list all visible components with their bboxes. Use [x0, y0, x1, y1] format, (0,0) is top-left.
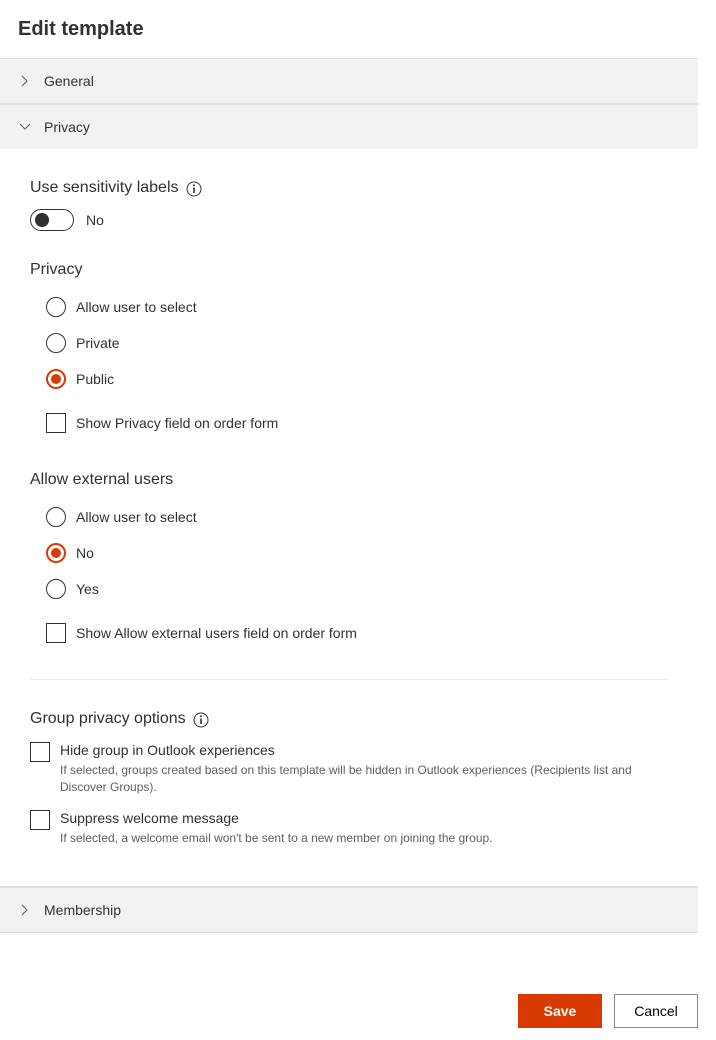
radio-label: Allow user to select: [76, 299, 197, 315]
privacy-show-field-checkbox[interactable]: Show Privacy field on order form: [46, 413, 668, 433]
info-icon[interactable]: [185, 180, 203, 198]
radio-icon: [46, 297, 66, 317]
accordion-header-membership[interactable]: Membership: [0, 887, 698, 932]
sensitivity-toggle[interactable]: [30, 209, 74, 231]
checkbox-desc: If selected, a welcome email won't be se…: [60, 830, 493, 847]
checkbox-icon: [30, 810, 50, 830]
radio-icon: [46, 543, 66, 563]
radio-label: Private: [76, 335, 120, 351]
chevron-right-icon: [18, 903, 32, 917]
divider: [30, 679, 668, 680]
checkbox-label: Show Privacy field on order form: [76, 415, 278, 431]
privacy-radio-public[interactable]: Public: [46, 369, 668, 389]
accordion-membership: Membership: [0, 887, 698, 933]
checkbox-icon: [46, 623, 66, 643]
suppress-welcome-checkbox[interactable]: Suppress welcome message If selected, a …: [30, 810, 668, 847]
radio-icon: [46, 333, 66, 353]
radio-icon: [46, 507, 66, 527]
external-title: Allow external users: [30, 471, 668, 489]
radio-icon: [46, 579, 66, 599]
external-options: Allow user to select No Yes Show Allow e…: [30, 501, 668, 651]
external-radio-yes[interactable]: Yes: [46, 579, 668, 599]
accordion-label-membership: Membership: [44, 902, 121, 918]
accordion-header-privacy[interactable]: Privacy: [0, 104, 698, 149]
chevron-down-icon: [18, 120, 32, 134]
footer: Save Cancel: [0, 982, 716, 1040]
external-radio-allow-select[interactable]: Allow user to select: [46, 507, 668, 527]
accordion-label-general: General: [44, 73, 94, 89]
radio-label: No: [76, 545, 94, 561]
accordion-general: General: [0, 58, 698, 104]
checkbox-icon: [46, 413, 66, 433]
checkbox-desc: If selected, groups created based on thi…: [60, 762, 668, 796]
group-options-title-text: Group privacy options: [30, 710, 186, 728]
sensitivity-title: Use sensitivity labels: [30, 179, 668, 197]
sensitivity-title-text: Use sensitivity labels: [30, 179, 179, 197]
privacy-radio-allow-select[interactable]: Allow user to select: [46, 297, 668, 317]
radio-icon: [46, 369, 66, 389]
privacy-title: Privacy: [30, 261, 668, 279]
radio-label: Allow user to select: [76, 509, 197, 525]
hide-outlook-checkbox[interactable]: Hide group in Outlook experiences If sel…: [30, 742, 668, 796]
radio-label: Yes: [76, 581, 99, 597]
chevron-right-icon: [18, 74, 32, 88]
info-icon[interactable]: [192, 711, 210, 729]
privacy-radio-private[interactable]: Private: [46, 333, 668, 353]
sensitivity-value-label: No: [86, 212, 104, 228]
group-options-title: Group privacy options: [30, 710, 668, 728]
radio-label: Public: [76, 371, 114, 387]
privacy-panel: Use sensitivity labels No Privacy Allow …: [0, 149, 698, 886]
checkbox-label: Hide group in Outlook experiences: [60, 742, 668, 758]
save-button[interactable]: Save: [518, 994, 602, 1028]
accordion-header-general[interactable]: General: [0, 58, 698, 103]
external-radio-no[interactable]: No: [46, 543, 668, 563]
external-show-field-checkbox[interactable]: Show Allow external users field on order…: [46, 623, 668, 643]
checkbox-label: Show Allow external users field on order…: [76, 625, 357, 641]
checkbox-icon: [30, 742, 50, 762]
toggle-knob: [35, 213, 49, 227]
accordion-label-privacy: Privacy: [44, 119, 90, 135]
page-title: Edit template: [0, 0, 716, 55]
cancel-button[interactable]: Cancel: [614, 994, 698, 1028]
checkbox-label: Suppress welcome message: [60, 810, 493, 826]
privacy-options: Allow user to select Private Public Show…: [30, 291, 668, 441]
accordion-privacy: Privacy Use sensitivity labels No Privac…: [0, 104, 698, 887]
scroll-area[interactable]: General Privacy Use sensitivity labels N…: [0, 58, 698, 980]
